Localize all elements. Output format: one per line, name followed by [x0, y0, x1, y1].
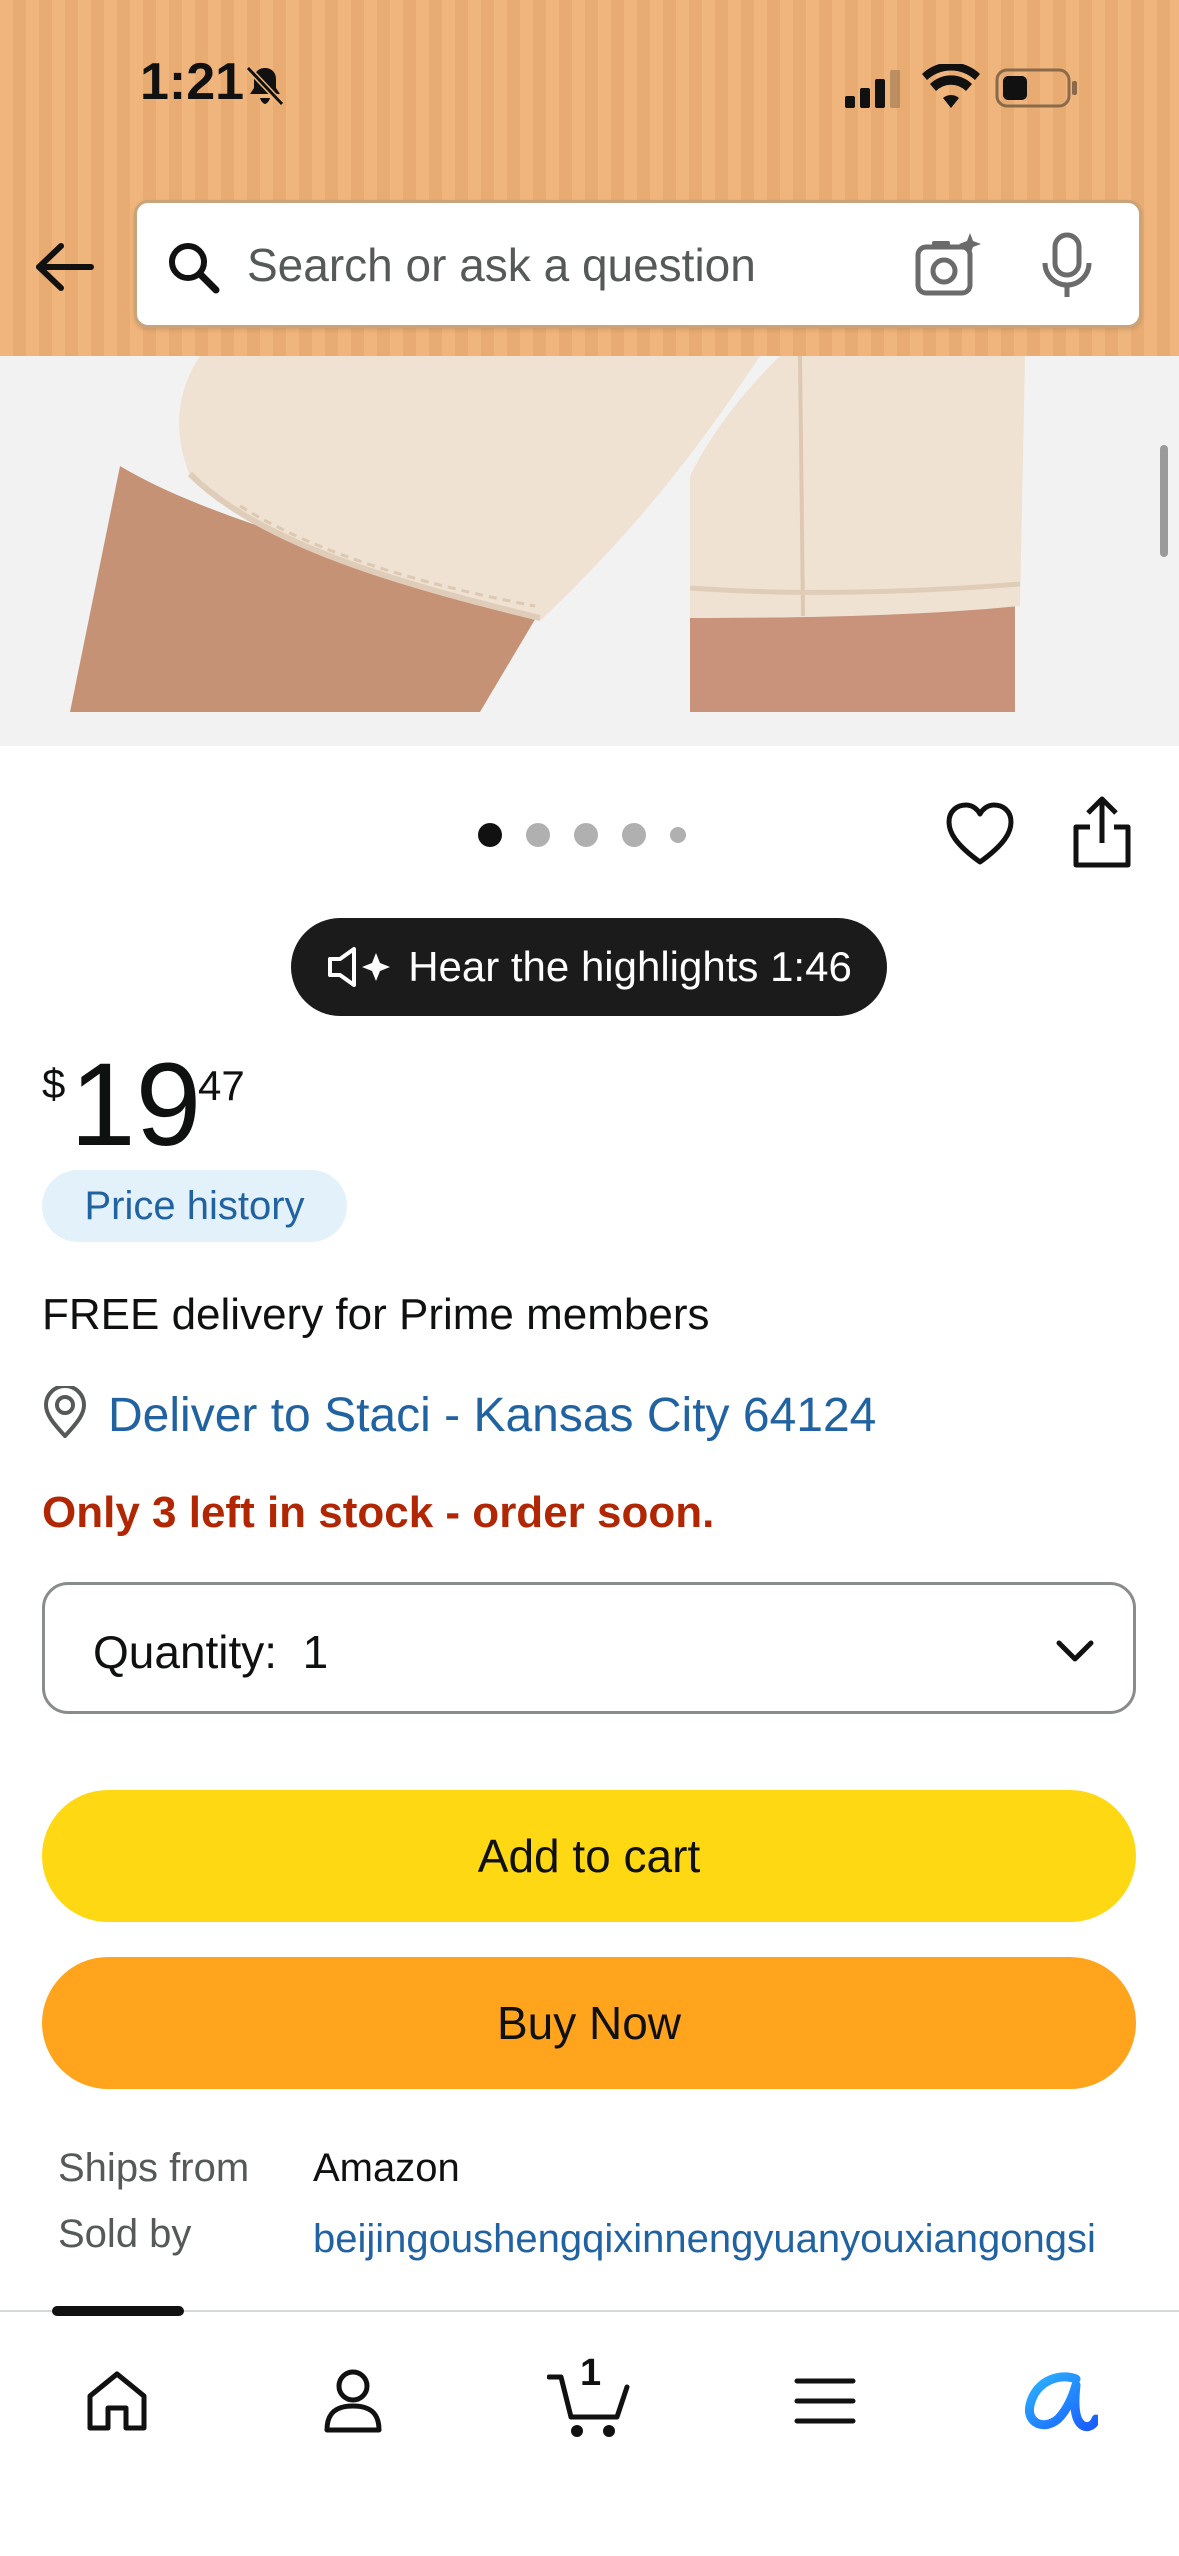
- free-delivery-text: FREE delivery for Prime members: [42, 1290, 710, 1339]
- account-icon: [324, 2369, 382, 2433]
- seller-link[interactable]: beijingoushengqixinnengyuanyouxiangongsi: [313, 2212, 1133, 2266]
- heart-icon: [946, 802, 1014, 865]
- microphone-icon[interactable]: [1037, 231, 1097, 301]
- nav-cart[interactable]: 1: [534, 2346, 644, 2456]
- nav-home[interactable]: [62, 2346, 172, 2456]
- price-history-button[interactable]: Price history: [42, 1170, 347, 1242]
- highlights-label: Hear the highlights 1:46: [408, 943, 852, 990]
- back-button[interactable]: [30, 232, 100, 302]
- cellular-signal-icon: [845, 70, 900, 108]
- product-photo: [0, 355, 1179, 746]
- hear-highlights-button[interactable]: Hear the highlights 1:46: [291, 918, 887, 1016]
- menu-icon: [794, 2378, 856, 2424]
- image-pager[interactable]: [478, 820, 686, 850]
- stock-status: Only 3 left in stock - order soon.: [42, 1488, 715, 1537]
- search-input[interactable]: [247, 233, 967, 297]
- quantity-select[interactable]: Quantity: 1: [42, 1582, 1136, 1714]
- quantity-label: Quantity: 1: [93, 1626, 329, 1678]
- battery-icon: [995, 68, 1077, 108]
- price-currency: $: [42, 1060, 66, 1107]
- nav-account[interactable]: [298, 2346, 408, 2456]
- scrollbar[interactable]: [1160, 445, 1168, 557]
- pager-dot[interactable]: [622, 823, 646, 847]
- bell-off-icon: [245, 65, 285, 107]
- pager-dot[interactable]: [526, 823, 550, 847]
- bottom-nav: 1: [0, 2306, 1179, 2556]
- speaker-sparkle-icon: [328, 947, 391, 987]
- active-tab-indicator: [52, 2306, 184, 2316]
- share-button[interactable]: [1070, 795, 1134, 871]
- price-whole: 19: [70, 1039, 202, 1171]
- header: 1:21: [0, 0, 1179, 356]
- search-bar[interactable]: [134, 200, 1142, 328]
- share-icon: [1073, 796, 1131, 868]
- status-time: 1:21: [140, 53, 245, 111]
- camera-lens-icon[interactable]: [912, 231, 982, 301]
- buy-now-button[interactable]: Buy Now: [42, 1957, 1136, 2089]
- ships-from-value: Amazon: [313, 2146, 460, 2190]
- location-pin-icon: [43, 1386, 87, 1438]
- ships-from-label: Ships from: [58, 2146, 250, 2190]
- add-to-cart-button[interactable]: Add to cart: [42, 1790, 1136, 1922]
- price-fraction: 47: [198, 1062, 245, 1109]
- product-image[interactable]: [0, 355, 1179, 746]
- deliver-to-link[interactable]: Deliver to Staci - Kansas City 64124: [108, 1388, 876, 1443]
- chevron-down-icon: [1056, 1640, 1094, 1662]
- pager-dot[interactable]: [670, 827, 686, 843]
- search-icon: [169, 243, 220, 294]
- nav-menu[interactable]: [770, 2346, 880, 2456]
- cart-count-badge: 1: [580, 2352, 602, 2394]
- rufus-icon: [1024, 2372, 1098, 2432]
- sold-by-label: Sold by: [58, 2212, 192, 2256]
- nav-rufus[interactable]: [1005, 2346, 1115, 2456]
- wishlist-button[interactable]: [945, 800, 1015, 870]
- home-icon: [87, 2371, 147, 2431]
- arrow-left-icon: [36, 243, 94, 291]
- pager-dot[interactable]: [574, 823, 598, 847]
- wifi-icon: [922, 64, 980, 108]
- pager-dot[interactable]: [478, 823, 502, 847]
